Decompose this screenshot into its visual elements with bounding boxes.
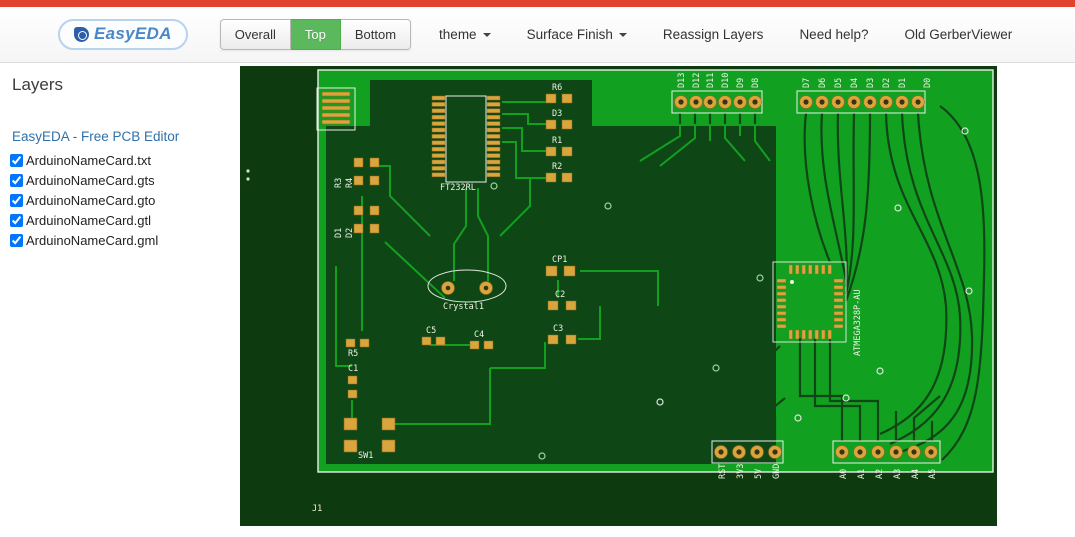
d1-label: D1: [334, 228, 344, 238]
c3-label: C3: [553, 324, 563, 334]
easyeda-logo[interactable]: EasyEDA: [58, 19, 188, 50]
logo-text: EasyEDA: [94, 24, 172, 43]
pin-label-gnd: GND: [772, 464, 782, 479]
pcb-render: FT232RL R6 D3 R1 R2 R3 R4 D1 D2 CP1 C2 C…: [240, 66, 997, 526]
old-gerberviewer-link[interactable]: Old GerberViewer: [905, 27, 1013, 42]
pin-label-a5: A5: [928, 469, 938, 479]
reassign-layers-button[interactable]: Reassign Layers: [663, 27, 764, 42]
c4-label: C4: [474, 330, 484, 340]
edge-connector: [316, 87, 356, 131]
c2-label: C2: [555, 290, 565, 300]
layer-label-gml: ArduinoNameCard.gml: [26, 232, 159, 248]
reassign-layers-label: Reassign Layers: [662, 27, 764, 42]
pin-label-d1: D1: [898, 78, 908, 88]
r3-label: R3: [334, 178, 344, 188]
mcu-label: ATMEGA328P-AU: [853, 289, 863, 356]
layer-checkbox-gts[interactable]: [10, 173, 23, 187]
crystal1-label: Crystal1: [443, 302, 484, 312]
toolbar: EasyEDA Overall Top Bottom theme Surface…: [0, 7, 1075, 63]
pin-label-d5: D5: [834, 78, 844, 88]
layer-checkbox-gml[interactable]: [10, 233, 23, 247]
pin-label-d0: D0: [923, 78, 933, 88]
overall-view-button[interactable]: Overall: [219, 19, 291, 50]
pin-label-d3: D3: [866, 78, 876, 88]
main-content: Layers EasyEDA - Free PCB Editor Arduino…: [0, 63, 1075, 526]
pin-label-3v3: 3V3: [736, 464, 746, 479]
pin-label-a0: A0: [839, 469, 849, 479]
pin-label-a1: A1: [857, 469, 867, 479]
layers-panel: Layers EasyEDA - Free PCB Editor Arduino…: [0, 63, 240, 526]
pin-label-a4: A4: [911, 469, 921, 479]
c1-label: C1: [348, 364, 358, 374]
gerber-canvas[interactable]: FT232RL R6 D3 R1 R2 R3 R4 D1 D2 CP1 C2 C…: [240, 66, 997, 526]
layer-row-gtl: ArduinoNameCard.gtl: [10, 210, 230, 230]
top-view-button[interactable]: Top: [290, 19, 341, 50]
pin-label-d7: D7: [802, 78, 812, 88]
cp1-label: CP1: [552, 255, 567, 265]
surface-finish-label: Surface Finish: [526, 27, 613, 42]
theme-menu-label: theme: [439, 27, 477, 42]
pin-label-a3: A3: [893, 469, 903, 479]
easyeda-editor-link[interactable]: EasyEDA - Free PCB Editor: [12, 129, 230, 144]
need-help-link[interactable]: Need help?: [799, 27, 868, 42]
layer-label-gto: ArduinoNameCard.gto: [26, 192, 156, 208]
need-help-label: Need help?: [799, 27, 869, 42]
pin-label-d10: D10: [721, 73, 731, 88]
theme-menu[interactable]: theme: [439, 27, 491, 42]
pin-label-d8: D8: [751, 78, 761, 88]
surface-finish-menu[interactable]: Surface Finish: [527, 27, 627, 42]
via: [246, 169, 250, 173]
r6-label: R6: [552, 83, 562, 93]
pin-label-d6: D6: [818, 78, 828, 88]
pin-label-5v: 5V: [754, 469, 764, 479]
pin-label-d4: D4: [850, 78, 860, 88]
layer-checkbox-gto[interactable]: [10, 193, 23, 207]
sw1-label: SW1: [358, 451, 373, 461]
chevron-down-icon: [482, 32, 491, 37]
chevron-down-icon: [618, 32, 627, 37]
layer-row-gto: ArduinoNameCard.gto: [10, 190, 230, 210]
layer-row-txt: ArduinoNameCard.txt: [10, 150, 230, 170]
pin-label-a2: A2: [875, 469, 885, 479]
layer-row-gts: ArduinoNameCard.gts: [10, 170, 230, 190]
toolbar-menu: theme Surface Finish Reassign Layers Nee…: [439, 27, 1012, 42]
view-button-group: Overall Top Bottom: [219, 19, 412, 50]
pin-label-d11: D11: [706, 73, 716, 88]
d3-label: D3: [552, 109, 562, 119]
bottom-view-button[interactable]: Bottom: [340, 19, 412, 50]
r4-label: R4: [345, 178, 355, 188]
r5-label: R5: [348, 349, 358, 359]
layer-checkbox-gtl[interactable]: [10, 213, 23, 227]
layer-checkbox-txt[interactable]: [10, 153, 23, 167]
d2-label: D2: [345, 228, 355, 238]
top-accent-bar: [0, 0, 1075, 7]
c5-label: C5: [426, 326, 436, 336]
pin-label-d2: D2: [882, 78, 892, 88]
layer-row-gml: ArduinoNameCard.gml: [10, 230, 230, 250]
old-gerberviewer-label: Old GerberViewer: [904, 27, 1013, 42]
layer-label-gtl: ArduinoNameCard.gtl: [26, 212, 152, 228]
j1-label: J1: [312, 504, 322, 514]
layer-label-gts: ArduinoNameCard.gts: [26, 172, 155, 188]
easyeda-logo-icon: [74, 26, 89, 42]
logo-cloud: EasyEDA: [58, 19, 188, 50]
pin-label-rst: RST: [718, 464, 728, 479]
ft232rl-label: FT232RL: [440, 183, 476, 193]
pin-label-d12: D12: [692, 73, 702, 88]
layer-label-txt: ArduinoNameCard.txt: [26, 152, 151, 168]
r2-label: R2: [552, 162, 562, 172]
via: [246, 177, 250, 181]
pin-label-d9: D9: [736, 78, 746, 88]
pin-label-d13: D13: [677, 73, 687, 88]
r1-label: R1: [552, 136, 562, 146]
layers-panel-title: Layers: [12, 75, 64, 94]
